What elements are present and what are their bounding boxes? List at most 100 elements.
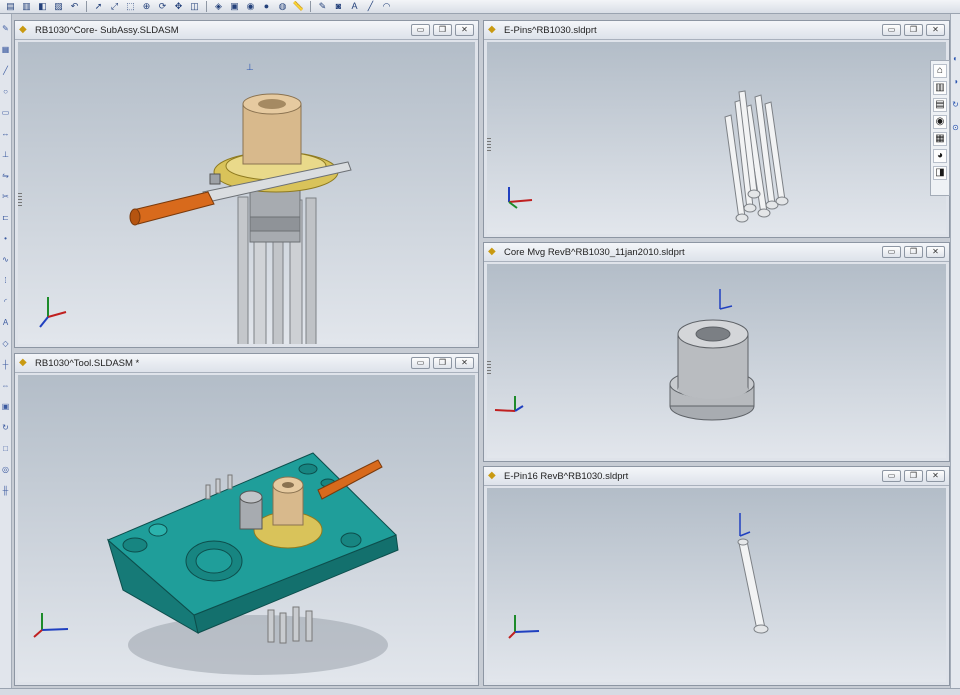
- restore-button[interactable]: ❐: [433, 357, 452, 369]
- rib-icon[interactable]: ╫: [1, 486, 10, 495]
- restore-button[interactable]: ❐: [904, 24, 923, 36]
- restore-button[interactable]: ❐: [904, 246, 923, 258]
- smart-dim-icon[interactable]: ⇔: [1, 381, 10, 390]
- model-e-pins: [508, 90, 789, 223]
- resources-icon[interactable]: ▥: [933, 81, 947, 95]
- rectangle-icon[interactable]: ▭: [1, 108, 10, 117]
- home-icon[interactable]: ⌂: [933, 64, 947, 78]
- relation-icon[interactable]: ⊥: [1, 150, 10, 159]
- section-icon[interactable]: ◫: [188, 1, 201, 12]
- svg-text:⊥: ⊥: [246, 63, 254, 73]
- appearance-icon[interactable]: ●: [260, 1, 273, 12]
- extrude-icon[interactable]: ▣: [1, 402, 10, 411]
- zoom-fit-icon[interactable]: ⤢: [108, 1, 121, 12]
- circle-icon[interactable]: ○: [1, 87, 10, 96]
- zoom-in-icon[interactable]: ⊕: [140, 1, 153, 12]
- graphics-viewport[interactable]: [487, 42, 946, 234]
- shell-icon[interactable]: □: [1, 444, 10, 453]
- graphics-viewport[interactable]: [487, 264, 946, 458]
- refresh-icon[interactable]: ↻: [952, 100, 959, 109]
- save-icon[interactable]: ◧: [36, 1, 49, 12]
- feature-icon[interactable]: ▦: [1, 45, 10, 54]
- revolve-icon[interactable]: ↻: [1, 423, 10, 432]
- line-icon[interactable]: ╱: [1, 66, 10, 75]
- window-title: E-Pin16 RevB^RB1030.sldprt: [504, 470, 629, 482]
- minimize-button[interactable]: ▭: [411, 357, 430, 369]
- window-titlebar[interactable]: ◆ RB1030^Tool.SLDASM * ▭ ❐ ✕: [15, 354, 478, 373]
- window-titlebar[interactable]: ◆ E-Pins^RB1030.sldprt ▭ ❐ ✕: [484, 21, 949, 40]
- pan-icon[interactable]: ✥: [172, 1, 185, 12]
- text-icon[interactable]: A: [348, 1, 361, 12]
- dimension-icon[interactable]: ↔: [1, 129, 10, 138]
- graphics-viewport[interactable]: ⊥: [18, 42, 475, 344]
- select-icon[interactable]: ➚: [92, 1, 105, 12]
- minimize-button[interactable]: ▭: [882, 470, 901, 482]
- restore-button[interactable]: ❐: [433, 24, 452, 36]
- window-titlebar[interactable]: ◆ Core Mvg RevB^RB1030_11jan2010.sldprt …: [484, 243, 949, 262]
- graphics-viewport[interactable]: [18, 375, 475, 682]
- task-pane-tabs: ⌂ ▥ ▤ ◉ ▦ ◕ ◨: [930, 60, 950, 196]
- undo-icon[interactable]: ↶: [68, 1, 81, 12]
- doc-window-core-subassy[interactable]: ◆ RB1030^Core- SubAssy.SLDASM ▭ ❐ ✕ ⊥: [14, 20, 479, 348]
- view-palette-icon[interactable]: ▦: [933, 132, 947, 146]
- collapse-icon[interactable]: ◑: [953, 77, 958, 86]
- model-core-mvg: [494, 289, 755, 421]
- close-button[interactable]: ✕: [926, 470, 945, 482]
- close-button[interactable]: ✕: [926, 246, 945, 258]
- spline-icon[interactable]: ∿: [1, 255, 10, 264]
- hole-icon[interactable]: ◎: [1, 465, 10, 474]
- graphics-viewport[interactable]: [487, 488, 946, 682]
- sketch-icon[interactable]: ✎: [1, 24, 10, 33]
- toolbar-separator: [310, 1, 311, 12]
- arc-icon[interactable]: ◠: [380, 1, 393, 12]
- point-icon[interactable]: •: [1, 234, 10, 243]
- camera-icon[interactable]: ◙: [332, 1, 345, 12]
- new-icon[interactable]: ▤: [4, 1, 17, 12]
- part-doc-icon: ◆: [488, 246, 496, 257]
- close-button[interactable]: ✕: [455, 357, 474, 369]
- minimize-button[interactable]: ▭: [882, 24, 901, 36]
- expand-icon[interactable]: ◐: [953, 54, 958, 63]
- trim-icon[interactable]: ✂: [1, 192, 10, 201]
- view-orientation-icon[interactable]: ◈: [212, 1, 225, 12]
- design-library-icon[interactable]: ▤: [933, 98, 947, 112]
- text-icon[interactable]: A: [1, 318, 10, 327]
- doc-window-e-pin16[interactable]: ◆ E-Pin16 RevB^RB1030.sldprt ▭ ❐ ✕: [483, 466, 950, 686]
- minimize-button[interactable]: ▭: [882, 246, 901, 258]
- main-toolbar: ▤ ▥ ◧ ▨ ↶ ➚ ⤢ ⬚ ⊕ ⟳ ✥ ◫ ◈ ▣ ◉ ● ◍ 📏 ✎ ◙ A ╱ ◠: [0, 0, 960, 14]
- restore-button[interactable]: ❐: [904, 470, 923, 482]
- axis-icon[interactable]: ┼: [1, 360, 10, 369]
- left-command-palette: ✎ ▦ ╱ ○ ▭ ↔ ⊥ ⇋ ✂ ⊏ • ∿ ⁞ ◜ A ◇ ┼ ⇔ ▣ ↻ …: [0, 14, 12, 690]
- window-titlebar[interactable]: ◆ E-Pin16 RevB^RB1030.sldprt ▭ ❐ ✕: [484, 467, 949, 486]
- plane-icon[interactable]: ◇: [1, 339, 10, 348]
- open-icon[interactable]: ▥: [20, 1, 33, 12]
- minimize-button[interactable]: ▭: [411, 24, 430, 36]
- doc-window-tool[interactable]: ◆ RB1030^Tool.SLDASM * ▭ ❐ ✕: [14, 353, 479, 686]
- mirror-icon[interactable]: ⇋: [1, 171, 10, 180]
- pin-icon[interactable]: ⊙: [952, 123, 959, 132]
- assembly-doc-icon: ◆: [19, 357, 27, 368]
- sketch-icon[interactable]: ✎: [316, 1, 329, 12]
- custom-properties-icon[interactable]: ◨: [933, 166, 947, 180]
- doc-window-e-pins[interactable]: ◆ E-Pins^RB1030.sldprt ▭ ❐ ✕: [483, 20, 950, 238]
- file-explorer-icon[interactable]: ◉: [933, 115, 947, 129]
- doc-window-core-mvg[interactable]: ◆ Core Mvg RevB^RB1030_11jan2010.sldprt …: [483, 242, 950, 462]
- rotate-icon[interactable]: ⟳: [156, 1, 169, 12]
- close-button[interactable]: ✕: [455, 24, 474, 36]
- fillet-icon[interactable]: ◜: [1, 297, 10, 306]
- toolbar-separator: [206, 1, 207, 12]
- hide-show-icon[interactable]: ◉: [244, 1, 257, 12]
- display-style-icon[interactable]: ▣: [228, 1, 241, 12]
- pattern-icon[interactable]: ⁞: [1, 276, 10, 285]
- print-icon[interactable]: ▨: [52, 1, 65, 12]
- window-titlebar[interactable]: ◆ RB1030^Core- SubAssy.SLDASM ▭ ❐ ✕: [15, 21, 478, 40]
- line-icon[interactable]: ╱: [364, 1, 377, 12]
- window-title: RB1030^Tool.SLDASM *: [35, 357, 140, 369]
- appearances-icon[interactable]: ◕: [933, 149, 947, 163]
- part-doc-icon: ◆: [488, 470, 496, 481]
- measure-icon[interactable]: 📏: [292, 1, 305, 12]
- scene-icon[interactable]: ◍: [276, 1, 289, 12]
- offset-icon[interactable]: ⊏: [1, 213, 10, 222]
- zoom-area-icon[interactable]: ⬚: [124, 1, 137, 12]
- close-button[interactable]: ✕: [926, 24, 945, 36]
